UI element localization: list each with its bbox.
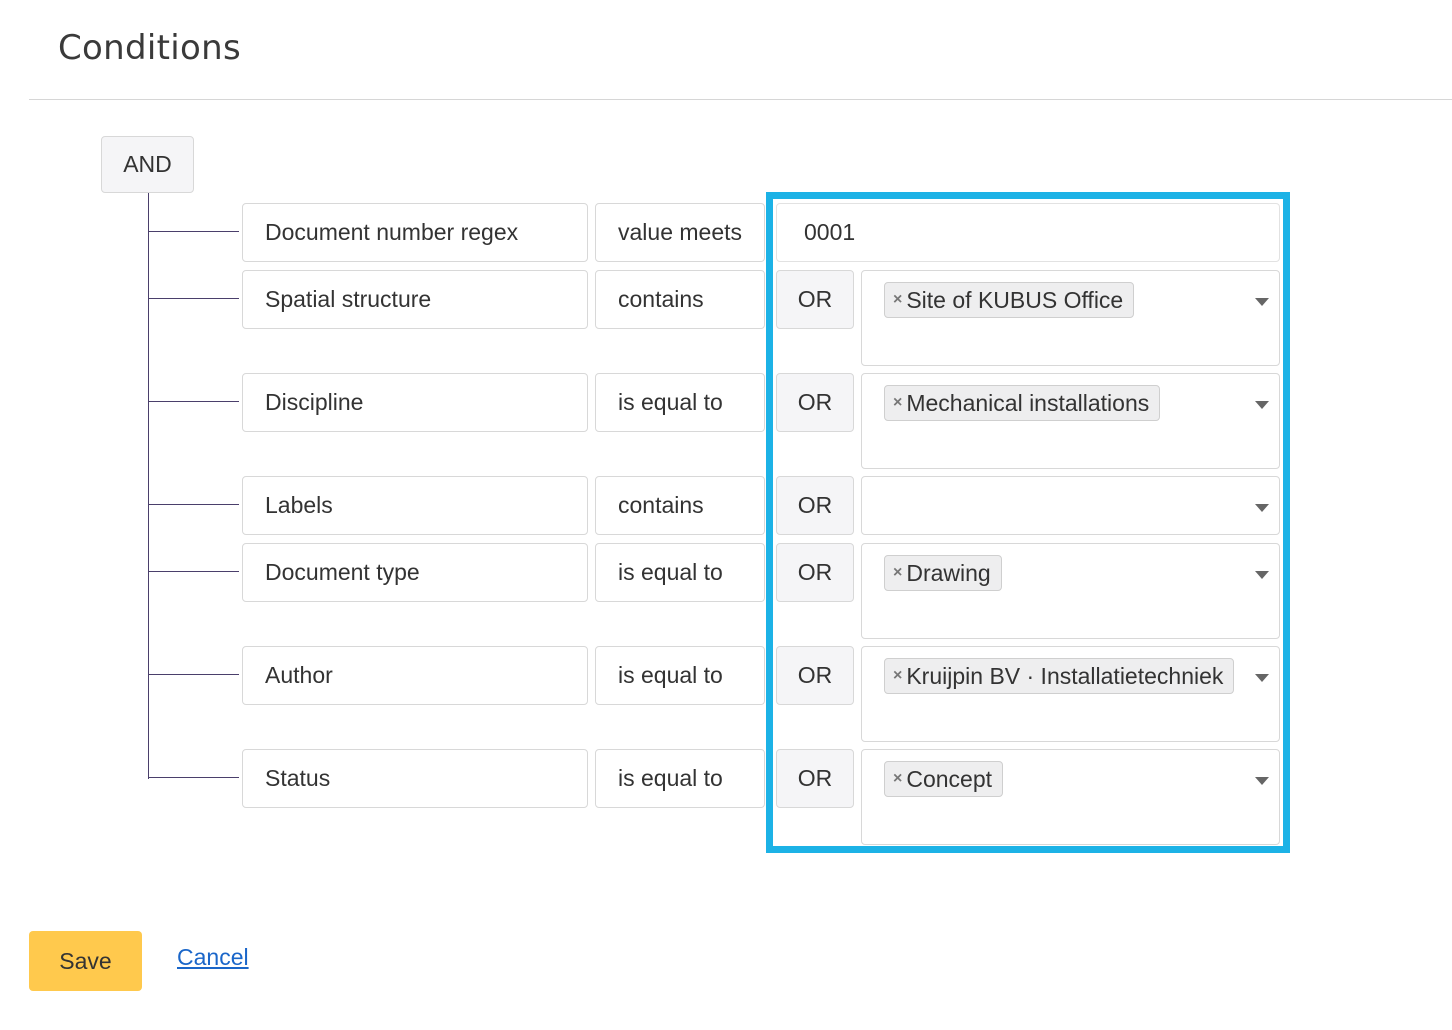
value-select[interactable] <box>861 476 1280 535</box>
chevron-down-icon[interactable] <box>1255 777 1269 785</box>
tag-label: Drawing <box>906 559 991 586</box>
or-toggle-button[interactable]: OR <box>776 476 854 535</box>
selected-tag: × Kruijpin BV · Installatietechniek <box>884 658 1235 694</box>
value-select[interactable]: × Drawing <box>861 543 1280 639</box>
condition-operator[interactable]: is equal to <box>595 749 765 808</box>
operator-label: is equal to <box>618 662 723 688</box>
value-text: 0001 <box>804 219 856 245</box>
tree-connector <box>148 571 239 572</box>
tree-connector <box>148 298 239 299</box>
chevron-down-icon[interactable] <box>1255 571 1269 579</box>
field-label: Labels <box>265 492 333 518</box>
or-toggle-button[interactable]: OR <box>776 646 854 705</box>
value-select[interactable]: × Site of KUBUS Office <box>861 270 1280 366</box>
operator-label: contains <box>618 492 704 518</box>
condition-operator[interactable]: contains <box>595 270 765 329</box>
condition-operator[interactable]: is equal to <box>595 373 765 432</box>
field-label: Author <box>265 662 333 688</box>
condition-field[interactable]: Labels <box>242 476 588 535</box>
tree-connector-vertical <box>148 193 149 779</box>
cancel-link[interactable]: Cancel <box>177 944 249 971</box>
condition-field[interactable]: Spatial structure <box>242 270 588 329</box>
condition-operator[interactable]: contains <box>595 476 765 535</box>
chevron-down-icon[interactable] <box>1255 674 1269 682</box>
close-icon[interactable]: × <box>893 291 902 309</box>
save-button[interactable]: Save <box>29 931 142 991</box>
chevron-down-icon[interactable] <box>1255 401 1269 409</box>
operator-label: is equal to <box>618 765 723 791</box>
header-divider <box>29 99 1452 100</box>
close-icon[interactable]: × <box>893 564 902 582</box>
or-toggle-button[interactable]: OR <box>776 373 854 432</box>
operator-label: is equal to <box>618 559 723 585</box>
field-label: Document number regex <box>265 219 519 245</box>
selected-tag: × Concept <box>884 761 1004 797</box>
tree-connector <box>148 674 239 675</box>
tag-label: Concept <box>906 765 993 792</box>
condition-field[interactable]: Document type <box>242 543 588 602</box>
close-icon[interactable]: × <box>893 394 902 412</box>
close-icon[interactable]: × <box>893 770 902 788</box>
selected-tag: × Mechanical installations <box>884 385 1161 421</box>
value-input[interactable]: 0001 <box>776 203 1280 262</box>
field-label: Document type <box>265 559 420 585</box>
field-label: Status <box>265 765 331 791</box>
chevron-down-icon[interactable] <box>1255 504 1269 512</box>
or-toggle-button[interactable]: OR <box>776 749 854 808</box>
condition-operator[interactable]: is equal to <box>595 543 765 602</box>
condition-operator[interactable]: is equal to <box>595 646 765 705</box>
operator-label: contains <box>618 286 704 312</box>
field-label: Discipline <box>265 389 364 415</box>
value-select[interactable]: × Mechanical installations <box>861 373 1280 469</box>
condition-field[interactable]: Document number regex <box>242 203 588 262</box>
operator-label: is equal to <box>618 389 723 415</box>
condition-field[interactable]: Discipline <box>242 373 588 432</box>
tag-label: Kruijpin BV · Installatietechniek <box>906 662 1224 689</box>
group-operator-button[interactable]: AND <box>101 136 194 193</box>
value-select[interactable]: × Kruijpin BV · Installatietechniek <box>861 646 1280 742</box>
condition-field[interactable]: Status <box>242 749 588 808</box>
or-toggle-button[interactable]: OR <box>776 270 854 329</box>
tree-connector <box>148 401 239 402</box>
tree-connector <box>148 231 239 232</box>
or-toggle-button[interactable]: OR <box>776 543 854 602</box>
chevron-down-icon[interactable] <box>1255 298 1269 306</box>
tree-connector <box>148 504 239 505</box>
tag-label: Site of KUBUS Office <box>906 286 1124 313</box>
operator-label: value meets <box>618 219 743 245</box>
close-icon[interactable]: × <box>893 667 902 685</box>
tree-connector <box>148 777 239 778</box>
page-title: Conditions <box>58 28 241 68</box>
field-label: Spatial structure <box>265 286 432 312</box>
tag-label: Mechanical installations <box>906 389 1150 416</box>
value-select[interactable]: × Concept <box>861 749 1280 845</box>
condition-operator[interactable]: value meets <box>595 203 765 262</box>
condition-field[interactable]: Author <box>242 646 588 705</box>
selected-tag: × Site of KUBUS Office <box>884 282 1135 318</box>
selected-tag: × Drawing <box>884 555 1002 591</box>
